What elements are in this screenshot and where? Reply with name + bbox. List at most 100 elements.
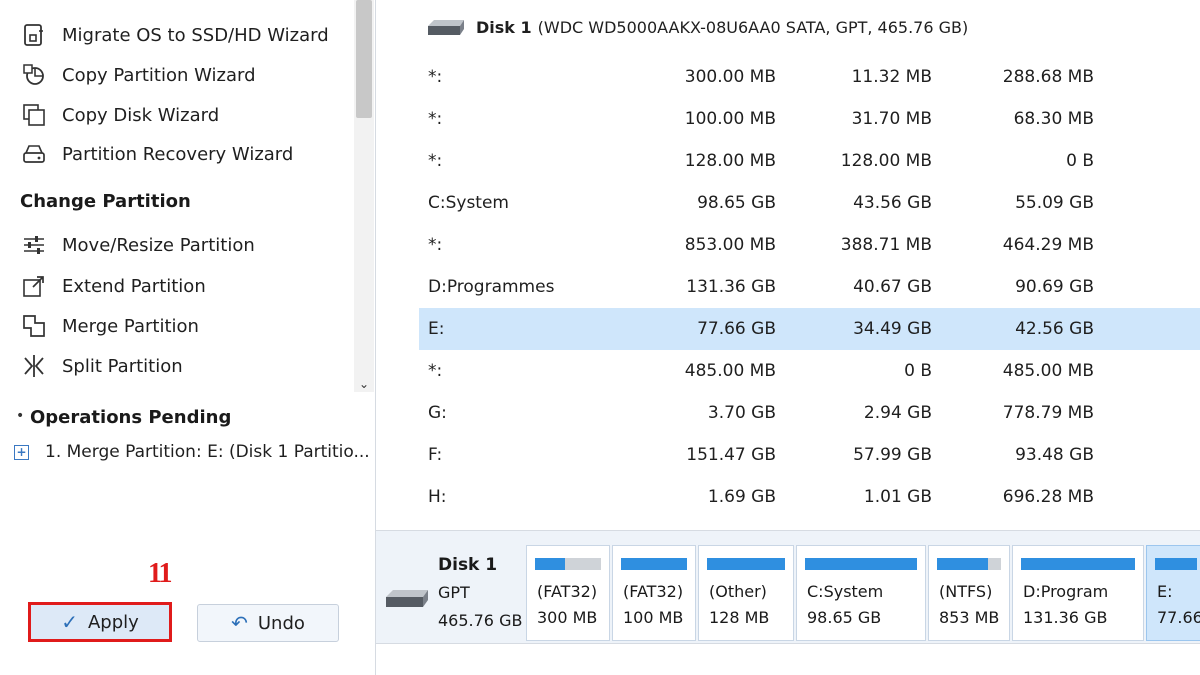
sliders-icon	[20, 231, 48, 259]
usage-bar	[621, 558, 687, 570]
scroll-down-arrow-icon[interactable]: ⌄	[355, 376, 373, 392]
usage-bar	[1021, 558, 1135, 570]
menu-item-label: Split Partition	[62, 355, 183, 377]
disk-map-name: Disk 1	[438, 555, 498, 575]
menu-item-move-resize[interactable]: Move/Resize Partition	[20, 230, 255, 260]
used-cell: 34.49 GB	[853, 319, 932, 339]
used-cell: 11.32 MB	[851, 67, 932, 87]
table-row[interactable]: *: 485.00 MB 0 B 485.00 MB	[419, 350, 1200, 392]
table-row[interactable]: *: 100.00 MB 31.70 MB 68.30 MB	[419, 98, 1200, 140]
partition-block[interactable]: E: 77.66	[1146, 545, 1200, 641]
split-icon	[20, 352, 48, 380]
menu-item-partition-recovery[interactable]: Partition Recovery Wizard	[20, 139, 293, 169]
menu-item-extend[interactable]: Extend Partition	[20, 271, 206, 301]
used-cell: 1.01 GB	[863, 487, 932, 507]
usage-bar	[805, 558, 917, 570]
block-size: 77.66	[1157, 608, 1200, 627]
menu-item-migrate-os[interactable]: Migrate OS to SSD/HD Wizard	[20, 20, 329, 50]
hard-disk-icon	[386, 590, 428, 607]
sidebar-scrollbar-thumb[interactable]	[356, 0, 372, 118]
used-cell: 57.99 GB	[853, 445, 932, 465]
unused-cell: 90.69 GB	[1015, 277, 1094, 297]
change-partition-heading: Change Partition	[20, 191, 191, 212]
disk-map-type: GPT	[438, 583, 470, 602]
capacity-cell: 300.00 MB	[684, 67, 776, 87]
pending-operation-label: 1. Merge Partition: E: (Disk 1 Partitio.…	[45, 442, 370, 462]
block-label: (Other)	[709, 582, 767, 601]
undo-label: Undo	[257, 612, 305, 634]
undo-button[interactable]: ↶ Undo	[197, 604, 339, 642]
operations-pending-heading: Operations Pending	[30, 407, 232, 428]
disk-map: Disk 1 GPT 465.76 GB (FAT32) 300 MB (FAT32…	[376, 530, 1200, 644]
capacity-cell: 77.66 GB	[697, 319, 776, 339]
migrate-os-icon	[20, 21, 48, 49]
apply-label: Apply	[87, 611, 139, 633]
capacity-cell: 3.70 GB	[707, 403, 776, 423]
table-row[interactable]: *: 853.00 MB 388.71 MB 464.29 MB	[419, 224, 1200, 266]
menu-item-label: Extend Partition	[62, 275, 206, 297]
disk-header-details: (WDC WD5000AAKX-08U6AA0 SATA, GPT, 465.7…	[537, 17, 969, 37]
menu-item-copy-disk[interactable]: Copy Disk Wizard	[20, 100, 219, 130]
disk-header-name: Disk 1	[476, 17, 532, 37]
block-label: (FAT32)	[537, 582, 598, 601]
usage-bar-fill	[707, 558, 785, 570]
menu-item-label: Partition Recovery Wizard	[62, 143, 294, 165]
partition-block[interactable]: C:System 98.65 GB	[796, 545, 926, 641]
left-sidebar: Migrate OS to SSD/HD Wizard Copy Partiti…	[0, 0, 376, 675]
pending-operation-item[interactable]: + 1. Merge Partition: E: (Disk 1 Partiti…	[14, 442, 370, 462]
used-cell: 128.00 MB	[840, 151, 932, 171]
partition-block[interactable]: D:Program 131.36 GB	[1012, 545, 1144, 641]
menu-item-label: Copy Partition Wizard	[62, 64, 256, 86]
menu-item-label: Move/Resize Partition	[62, 234, 255, 256]
capacity-cell: 485.00 MB	[684, 361, 776, 381]
partition-block[interactable]: (FAT32) 100 MB	[612, 545, 696, 641]
partition-recovery-icon	[20, 140, 48, 168]
capacity-cell: 100.00 MB	[684, 109, 776, 129]
unused-cell: 42.56 GB	[1015, 319, 1094, 339]
disk-map-info[interactable]: Disk 1 GPT 465.76 GB	[384, 543, 524, 639]
menu-item-split[interactable]: Split Partition	[20, 351, 183, 381]
used-cell: 388.71 MB	[840, 235, 932, 255]
block-label: (NTFS)	[939, 582, 993, 601]
partition-block[interactable]: (NTFS) 853 MB	[928, 545, 1010, 641]
unused-cell: 778.79 MB	[1002, 403, 1094, 423]
used-cell: 0 B	[904, 361, 932, 381]
unused-cell: 55.09 GB	[1015, 193, 1094, 213]
disk-header[interactable]: Disk 1 (WDC WD5000AAKX-08U6AA0 SATA, GPT…	[426, 16, 968, 38]
main-panel: Disk 1 (WDC WD5000AAKX-08U6AA0 SATA, GPT…	[376, 0, 1200, 675]
unused-cell: 288.68 MB	[1002, 67, 1094, 87]
table-row[interactable]: C:System 98.65 GB 43.56 GB 55.09 GB	[419, 182, 1200, 224]
table-row[interactable]: D:Programmes 131.36 GB 40.67 GB 90.69 GB	[419, 266, 1200, 308]
partition-name-cell: D:Programmes	[428, 277, 555, 297]
apply-button[interactable]: ✓ Apply	[28, 602, 172, 642]
partition-name-cell: *:	[428, 67, 443, 87]
usage-bar-fill	[1021, 558, 1135, 570]
capacity-cell: 98.65 GB	[697, 193, 776, 213]
menu-item-merge[interactable]: Merge Partition	[20, 311, 199, 341]
table-row[interactable]: *: 300.00 MB 11.32 MB 288.68 MB	[419, 56, 1200, 98]
partition-block[interactable]: (FAT32) 300 MB	[526, 545, 610, 641]
menu-item-copy-partition[interactable]: Copy Partition Wizard	[20, 60, 256, 90]
table-row[interactable]: *: 128.00 MB 128.00 MB 0 B	[419, 140, 1200, 182]
collapse-toggle-icon[interactable]: •	[16, 408, 24, 424]
partition-name-cell: G:	[428, 403, 447, 423]
table-row[interactable]: G: 3.70 GB 2.94 GB 778.79 MB	[419, 392, 1200, 434]
usage-bar-fill	[1155, 558, 1197, 570]
table-row[interactable]: H: 1.69 GB 1.01 GB 696.28 MB	[419, 476, 1200, 518]
table-row[interactable]: E: 77.66 GB 34.49 GB 42.56 GB	[419, 308, 1200, 350]
block-size: 131.36 GB	[1023, 608, 1108, 627]
block-size: 98.65 GB	[807, 608, 882, 627]
expand-plus-icon[interactable]: +	[14, 444, 29, 460]
unused-cell: 464.29 MB	[1002, 235, 1094, 255]
disk-map-size: 465.76 GB	[438, 611, 523, 630]
capacity-cell: 131.36 GB	[686, 277, 776, 297]
partition-block[interactable]: (Other) 128 MB	[698, 545, 794, 641]
table-row[interactable]: F: 151.47 GB 57.99 GB 93.48 GB	[419, 434, 1200, 476]
extend-icon	[20, 272, 48, 300]
hard-disk-icon	[428, 20, 464, 35]
block-size: 128 MB	[709, 608, 770, 627]
used-cell: 40.67 GB	[853, 277, 932, 297]
undo-arrow-icon: ↶	[231, 611, 248, 635]
block-size: 100 MB	[623, 608, 684, 627]
capacity-cell: 1.69 GB	[707, 487, 776, 507]
